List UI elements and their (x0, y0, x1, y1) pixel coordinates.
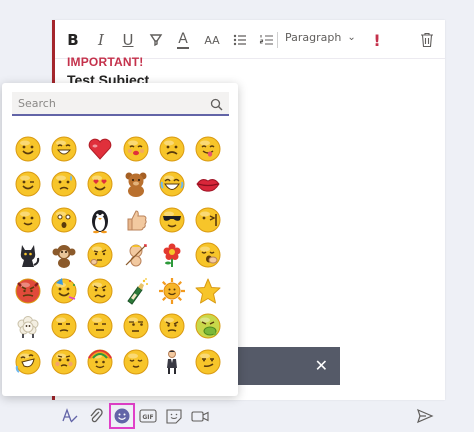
emoji-devil-icon[interactable] (10, 273, 46, 308)
emoji-search-box (12, 92, 229, 116)
send-button[interactable] (415, 406, 435, 426)
emoji-rofl-icon[interactable] (10, 344, 46, 379)
emoji-sad-icon[interactable] (154, 131, 190, 166)
font-size-icon: AA (204, 33, 220, 47)
format-button[interactable] (60, 406, 80, 426)
emoji-penguin-icon[interactable] (82, 202, 118, 237)
italic-icon: I (98, 31, 104, 49)
emoji-grin-icon[interactable] (46, 131, 82, 166)
emoji-tongue-icon[interactable] (190, 131, 226, 166)
compose-actions-bar: GIF (52, 400, 445, 432)
chevron-down-icon: ⌄ (347, 32, 356, 43)
paragraph-dropdown[interactable]: Paragraph ⌄ (285, 31, 356, 44)
emoji-thinking-icon[interactable] (82, 238, 118, 273)
underline-button[interactable]: U (118, 30, 138, 50)
font-size-button[interactable]: AA (200, 30, 224, 50)
sticker-button[interactable] (164, 406, 184, 426)
formatting-toolbar: B I U A AA Paragraph ⌄ ! (55, 20, 445, 59)
emoji-picker (2, 83, 238, 396)
emoji-icon (114, 408, 130, 424)
emoji-laugh-icon[interactable] (154, 167, 190, 202)
bold-icon: B (67, 31, 79, 49)
numbered-list-icon (259, 35, 273, 45)
underline-icon: U (122, 31, 134, 49)
emoji-puke-icon[interactable] (190, 309, 226, 344)
emoji-sweat-icon[interactable] (46, 167, 82, 202)
gif-button[interactable]: GIF (138, 406, 158, 426)
important-icon: ! (373, 30, 381, 50)
gif-icon: GIF (139, 409, 157, 423)
emoji-yawn-icon[interactable] (190, 238, 226, 273)
emoji-relieved-icon[interactable] (118, 344, 154, 379)
emoji-star-icon[interactable] (190, 273, 226, 308)
emoji-sheep-icon[interactable] (10, 309, 46, 344)
emoji-cool-icon[interactable] (154, 202, 190, 237)
emoji-side-eye-icon[interactable] (118, 309, 154, 344)
close-icon[interactable]: ✕ (315, 356, 328, 375)
emoji-unamused-icon[interactable] (46, 309, 82, 344)
emoji-champagne-icon[interactable] (118, 273, 154, 308)
emoji-kiss-icon[interactable] (118, 131, 154, 166)
emoji-cupid-icon[interactable] (118, 238, 154, 273)
emoji-heart-icon[interactable] (82, 131, 118, 166)
emoji-smile-2-icon[interactable] (10, 202, 46, 237)
emoji-search-input[interactable] (12, 92, 202, 114)
toolbar-separator (277, 32, 278, 48)
font-color-button[interactable]: A (173, 30, 193, 50)
emoji-sun-icon[interactable] (154, 273, 190, 308)
emoji-party-icon[interactable] (46, 273, 82, 308)
paragraph-label: Paragraph (285, 31, 342, 44)
emoji-wink-icon[interactable] (10, 167, 46, 202)
highlight-icon (149, 34, 163, 47)
emoji-disappointed-icon[interactable] (154, 309, 190, 344)
emoji-neutral-icon[interactable] (82, 309, 118, 344)
bullet-list-icon (233, 34, 246, 46)
bullet-list-button[interactable] (230, 30, 250, 50)
meet-now-icon (191, 411, 209, 422)
format-icon (62, 408, 78, 423)
discard-button[interactable] (417, 30, 437, 50)
emoji-smirk-icon[interactable] (190, 344, 226, 379)
attach-button[interactable] (86, 406, 106, 426)
emoji-button[interactable] (109, 403, 135, 429)
emoji-flower-icon[interactable] (154, 238, 190, 273)
trash-icon (421, 32, 433, 48)
numbered-list-button[interactable] (257, 30, 277, 50)
notification-bar: ✕ (238, 347, 340, 385)
italic-button[interactable]: I (91, 30, 111, 50)
meet-now-button[interactable] (190, 406, 210, 426)
font-color-bar (177, 46, 189, 49)
emoji-worried-icon[interactable] (82, 273, 118, 308)
bold-button[interactable]: B (63, 30, 83, 50)
emoji-smile-icon[interactable] (10, 131, 46, 166)
emoji-person-icon[interactable] (154, 344, 190, 379)
font-color-icon: A (178, 30, 188, 47)
emoji-grid (10, 131, 230, 380)
emoji-mmm-icon[interactable] (190, 202, 226, 237)
attach-icon (90, 408, 103, 423)
mark-important-button[interactable]: ! (367, 30, 387, 50)
emoji-thumbs-up-icon[interactable] (118, 202, 154, 237)
emoji-monkey-icon[interactable] (46, 238, 82, 273)
emoji-cat-icon[interactable] (10, 238, 46, 273)
sticker-icon (166, 409, 182, 424)
important-label: IMPORTANT! (67, 55, 144, 69)
emoji-surprised-icon[interactable] (46, 202, 82, 237)
emoji-shy-icon[interactable] (46, 344, 82, 379)
emoji-lips-icon[interactable] (190, 167, 226, 202)
emoji-rainbow-hair-icon[interactable] (82, 344, 118, 379)
search-icon[interactable] (210, 96, 223, 115)
send-icon (417, 408, 434, 424)
highlight-button[interactable] (146, 30, 166, 50)
emoji-in-love-icon[interactable] (82, 167, 118, 202)
svg-text:GIF: GIF (142, 414, 153, 421)
emoji-bear-icon[interactable] (118, 167, 154, 202)
